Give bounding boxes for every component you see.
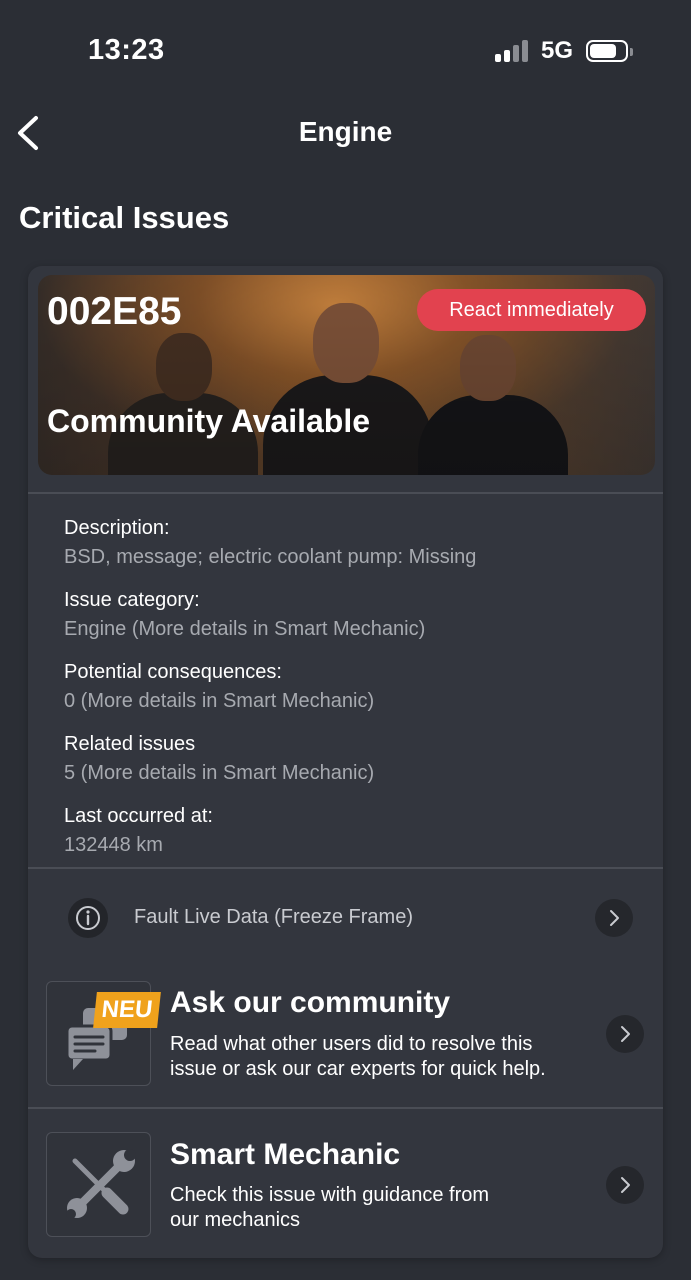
status-bar: 13:23 5G [0, 0, 691, 100]
issue-details: Description: BSD, message; electric cool… [64, 514, 476, 874]
detail-label: Related issues [64, 733, 196, 755]
detail-value: 5 (More details in Smart Mechanic) [64, 762, 375, 784]
urgency-badge: React immediately [417, 289, 646, 331]
detail-label: Potential consequences: [64, 661, 282, 683]
signal-icon [495, 40, 531, 62]
detail-value: 132448 km [64, 834, 163, 856]
community-desc-line: issue or ask our car experts for quick h… [170, 1058, 546, 1080]
detail-label: Description: [64, 517, 170, 539]
chevron-right-icon[interactable] [595, 899, 633, 937]
detail-related: Related issues 5 (More details in Smart … [64, 730, 476, 788]
battery-icon [586, 40, 633, 62]
mechanic-icon-box [46, 1132, 151, 1237]
issue-card: 002E85 React immediately Community Avail… [28, 266, 663, 1258]
status-time: 13:23 [88, 34, 165, 66]
detail-label: Issue category: [64, 589, 200, 611]
smart-mechanic-row[interactable]: Smart Mechanic Check this issue with gui… [28, 1126, 663, 1256]
detail-label: Last occurred at: [64, 805, 213, 827]
divider [28, 867, 663, 869]
mechanic-desc-line: our mechanics [170, 1209, 301, 1231]
detail-last-occurred: Last occurred at: 132448 km [64, 802, 476, 860]
divider [28, 492, 663, 494]
freeze-frame-row[interactable]: Fault Live Data (Freeze Frame) [28, 870, 663, 965]
new-badge: NEU [93, 992, 161, 1028]
detail-value: BSD, message; electric coolant pump: Mis… [64, 546, 477, 568]
info-icon [68, 898, 108, 938]
detail-value: Engine (More details in Smart Mechanic) [64, 618, 426, 640]
community-icon-box: NEU [46, 981, 161, 1086]
detail-description: Description: BSD, message; electric cool… [64, 514, 476, 572]
issue-hero-banner[interactable]: 002E85 React immediately Community Avail… [38, 275, 655, 475]
community-title: Ask our community [170, 986, 451, 1019]
mechanic-desc-line: Check this issue with guidance from [170, 1184, 490, 1206]
freeze-frame-label: Fault Live Data (Freeze Frame) [134, 906, 413, 928]
mechanic-title: Smart Mechanic [170, 1138, 401, 1171]
page-title: Engine [298, 116, 393, 147]
divider [28, 1107, 663, 1109]
wrench-screwdriver-icon [66, 1149, 136, 1219]
issue-code: 002E85 [47, 290, 182, 333]
community-desc-line: Read what other users did to resolve thi… [170, 1033, 533, 1055]
ask-community-row[interactable]: NEU Ask our community Read what other us… [28, 976, 663, 1106]
community-description: Read what other users did to resolve thi… [170, 1032, 610, 1082]
network-type: 5G [541, 37, 574, 64]
chevron-right-icon[interactable] [606, 1166, 644, 1204]
detail-value: 0 (More details in Smart Mechanic) [64, 690, 375, 712]
detail-consequences: Potential consequences: 0 (More details … [64, 658, 476, 716]
mechanic-description: Check this issue with guidance from our … [170, 1183, 610, 1233]
chevron-right-icon[interactable] [606, 1015, 644, 1053]
hero-subtitle: Community Available [47, 403, 371, 439]
detail-category: Issue category: Engine (More details in … [64, 586, 476, 644]
section-title: Critical Issues [19, 200, 230, 235]
